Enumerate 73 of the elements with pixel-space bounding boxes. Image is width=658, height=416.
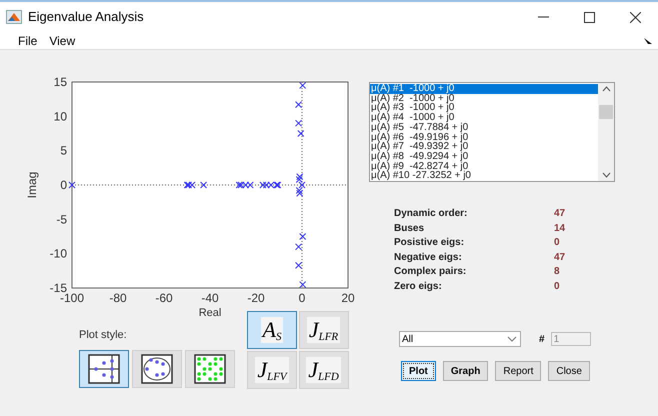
stat-value: 47 bbox=[554, 208, 566, 220]
eigenvalue-marker bbox=[299, 233, 306, 240]
dock-arrow-icon[interactable] bbox=[644, 38, 652, 44]
matrix-button[interactable]: J$_{LFR}$ bbox=[298, 311, 348, 349]
x-axis-label: Real bbox=[198, 307, 222, 318]
list-item[interactable]: μ(A) #6 -49.9196 + j0 bbox=[370, 132, 598, 142]
y-axis-label: Imag bbox=[25, 172, 39, 198]
y-tick-label: 10 bbox=[54, 109, 67, 124]
list-item[interactable]: μ(A) #5 -47.7884 + j0 bbox=[370, 122, 598, 133]
action-button[interactable]: Graph bbox=[442, 361, 488, 381]
eigenvalue-marker bbox=[295, 262, 302, 269]
index-label: # bbox=[539, 332, 545, 346]
y-tick-label: 0 bbox=[60, 178, 67, 192]
plot-style-label: Plot style: bbox=[79, 328, 128, 343]
close-icon bbox=[630, 12, 640, 22]
circle-plot-icon bbox=[141, 354, 173, 384]
stat-label: Dynamic order: bbox=[394, 208, 468, 220]
eigenvalue-marker bbox=[299, 82, 306, 89]
y-tick-label: 5 bbox=[60, 144, 67, 158]
eigenvalue-marker bbox=[295, 243, 302, 250]
x-tick-label: -60 bbox=[155, 291, 173, 305]
scatter-plot-icon bbox=[88, 354, 120, 384]
list-item[interactable]: μ(A) #7 -49.9392 + j0 bbox=[370, 142, 598, 152]
action-button[interactable]: Report bbox=[495, 361, 542, 381]
stat-label: Complex pairs: bbox=[394, 266, 468, 278]
stat-label: Zero eigs: bbox=[394, 280, 443, 293]
eigenvalue-marker bbox=[297, 130, 304, 137]
y-tick-label: -5 bbox=[56, 212, 67, 226]
eigenvalue-listbox[interactable] bbox=[369, 82, 615, 182]
eigenvalue-marker bbox=[299, 281, 306, 288]
menu-item[interactable]: View bbox=[49, 32, 76, 50]
action-button[interactable]: Close bbox=[548, 361, 590, 381]
list-item[interactable]: μ(A) #2 -1000 + j0 bbox=[370, 94, 598, 104]
eigenvalue-marker bbox=[295, 101, 302, 108]
filter-dropdown[interactable]: All bbox=[399, 331, 521, 347]
stat-label: Buses bbox=[394, 222, 426, 235]
eigenvalue-marker bbox=[68, 182, 76, 188]
stat-label: Posistive eigs: bbox=[394, 237, 466, 250]
list-item[interactable]: μ(A) #10 -27.3252 + j0 bbox=[370, 171, 598, 181]
app-logo-icon bbox=[6, 10, 22, 24]
list-item[interactable]: μ(A) #4 -1000 + j0 bbox=[370, 113, 598, 123]
eigenvalue-marker bbox=[200, 182, 208, 188]
matrix-button[interactable]: J$_{LFD}$ bbox=[298, 351, 348, 389]
x-tick-label: -40 bbox=[201, 291, 219, 305]
action-button[interactable]: Plot bbox=[401, 361, 436, 381]
y-tick-label: 15 bbox=[54, 75, 67, 89]
stat-value: 14 bbox=[554, 222, 566, 235]
list-item[interactable]: μ(A) #3 -1000 + j0 bbox=[370, 103, 598, 114]
stat-value: 0 bbox=[554, 237, 560, 250]
eigenvalue-marker bbox=[295, 120, 302, 127]
dot-grid-icon bbox=[194, 354, 226, 384]
matrix-button[interactable]: J$_{LFV}$ bbox=[247, 351, 297, 389]
maximize-icon bbox=[584, 12, 594, 22]
x-tick-label: -80 bbox=[109, 291, 127, 305]
x-tick-label: 0 bbox=[298, 291, 306, 305]
list-item[interactable]: μ(A) #9 -42.8274 + j0 bbox=[370, 162, 598, 172]
x-tick-label: 20 bbox=[341, 291, 355, 305]
list-item[interactable]: μ(A) #1 -1000 + j0 bbox=[370, 84, 598, 94]
y-tick-label: -10 bbox=[50, 246, 67, 261]
stat-value: 47 bbox=[554, 252, 566, 264]
minimize-icon bbox=[538, 16, 548, 18]
plot-style-button[interactable] bbox=[79, 350, 129, 388]
scroll-thumb[interactable] bbox=[599, 105, 613, 119]
stat-value: 0 bbox=[554, 280, 560, 293]
x-tick-label: -20 bbox=[247, 291, 265, 305]
stat-label: Negative eigs: bbox=[394, 252, 463, 264]
menu-item[interactable]: File bbox=[18, 32, 38, 50]
scrollbar[interactable] bbox=[598, 83, 614, 181]
list-item[interactable]: μ(A) #8 -49.9294 + j0 bbox=[370, 152, 598, 162]
dropdown-caret-icon bbox=[507, 336, 517, 342]
window-title: Eigenvalue Analysis bbox=[28, 8, 144, 26]
matrix-button[interactable]: A$_{S}$ bbox=[247, 311, 297, 349]
stat-value: 8 bbox=[554, 266, 560, 278]
